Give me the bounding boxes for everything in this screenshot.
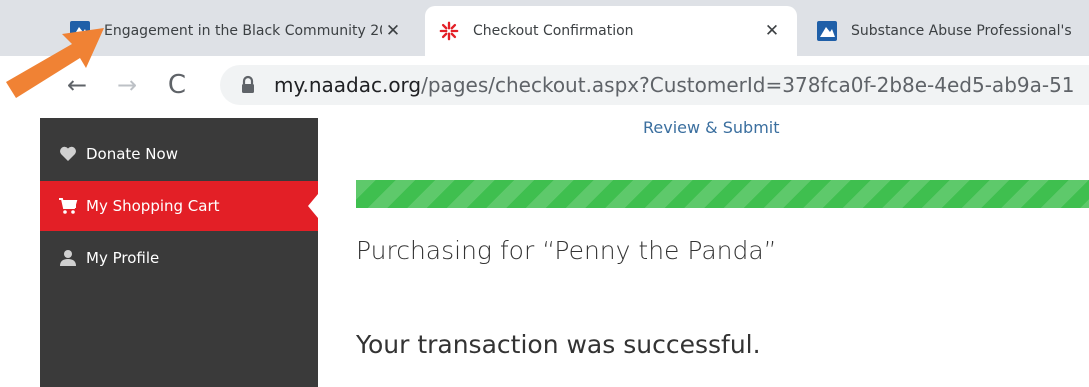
- sidebar-item-donate-now[interactable]: Donate Now: [40, 129, 318, 179]
- tab-checkout-confirmation[interactable]: Checkout Confirmation ✕: [425, 6, 797, 56]
- tab-close-icon[interactable]: ✕: [382, 21, 404, 41]
- url-text[interactable]: my.naadac.org/pages/checkout.aspx?Custom…: [274, 73, 1075, 97]
- progress-fill: [356, 180, 1089, 208]
- main-content: Review & Submit Purchasing for “Penny th…: [318, 118, 1089, 387]
- tab-close-icon[interactable]: ✕: [761, 21, 783, 41]
- sidebar-item-my-profile[interactable]: My Profile: [40, 233, 318, 283]
- tab-substance-abuse[interactable]: Substance Abuse Professional's (SA: [803, 6, 1089, 56]
- tab-title: Substance Abuse Professional's (SA: [851, 23, 1075, 39]
- url-host: my.naadac.org: [274, 73, 422, 97]
- browser-toolbar: ← → C my.naadac.org/pages/checkout.aspx?…: [0, 56, 1089, 118]
- step-label-review-submit: Review & Submit: [643, 118, 780, 137]
- annotation-arrow-icon: [6, 28, 104, 98]
- sidebar-item-label: My Shopping Cart: [86, 197, 220, 215]
- transaction-success-message: Your transaction was successful.: [356, 330, 761, 359]
- tab-title: Engagement in the Black Community 20: [104, 23, 382, 39]
- sidebar-item-label: My Profile: [86, 249, 160, 267]
- sidebar-item-my-shopping-cart[interactable]: My Shopping Cart: [40, 181, 318, 231]
- heart-icon: [58, 144, 78, 164]
- cart-icon: [58, 196, 78, 216]
- tab-title: Checkout Confirmation: [473, 23, 634, 39]
- browser-tab-strip: Engagement in the Black Community 20 ✕ C…: [0, 0, 1089, 56]
- purchasing-for-text: Purchasing for “Penny the Panda”: [356, 236, 777, 265]
- lock-icon[interactable]: [236, 73, 260, 97]
- checkout-progress-bar: [356, 180, 1089, 208]
- user-icon: [58, 248, 78, 268]
- sidebar-item-label: Donate Now: [86, 145, 178, 163]
- red-asterisk-favicon-icon: [439, 21, 459, 41]
- url-path: /pages/checkout.aspx?CustomerId=378fca0f…: [421, 73, 1075, 97]
- reload-button[interactable]: C: [160, 68, 194, 102]
- sidebar: Donate Now My Shopping Cart My Profile: [40, 118, 318, 387]
- naadac-favicon-icon: [817, 21, 837, 41]
- address-bar[interactable]: my.naadac.org/pages/checkout.aspx?Custom…: [220, 65, 1089, 105]
